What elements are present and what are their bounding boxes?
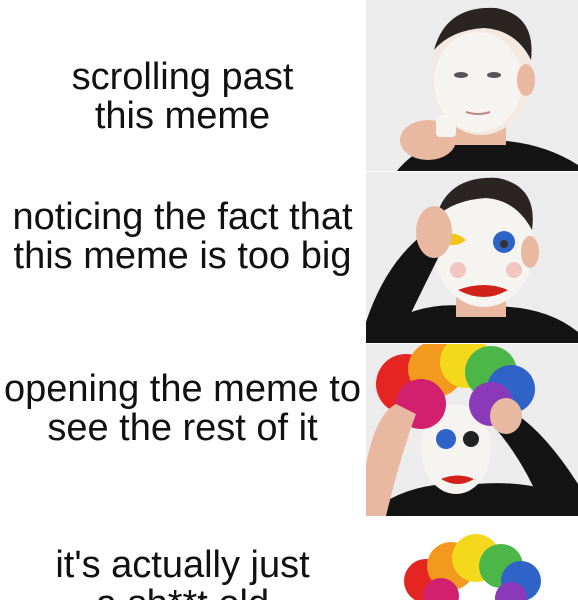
meme-panel-4: it's actually just a sh**t old [0, 516, 578, 600]
meme-panel-3: opening the meme to see the rest of it [0, 343, 578, 516]
meme-panel-1: scrolling past this meme [0, 0, 578, 172]
panel-3-caption: opening the meme to see the rest of it [3, 368, 361, 449]
clown-applying-makeup-meme: scrolling past this meme noticing the fa… [0, 0, 578, 600]
panel-1-caption: scrolling past this meme [71, 56, 294, 137]
panel-3-photo [366, 344, 578, 516]
panel-1-photo [366, 0, 578, 172]
panel-4-photo [366, 516, 578, 600]
panel-4-caption: it's actually just a sh**t old [55, 544, 310, 600]
panel-2-caption: noticing the fact that this meme is too … [12, 196, 353, 277]
meme-panel-2: noticing the fact that this meme is too … [0, 171, 578, 344]
panel-2-photo [366, 172, 578, 344]
